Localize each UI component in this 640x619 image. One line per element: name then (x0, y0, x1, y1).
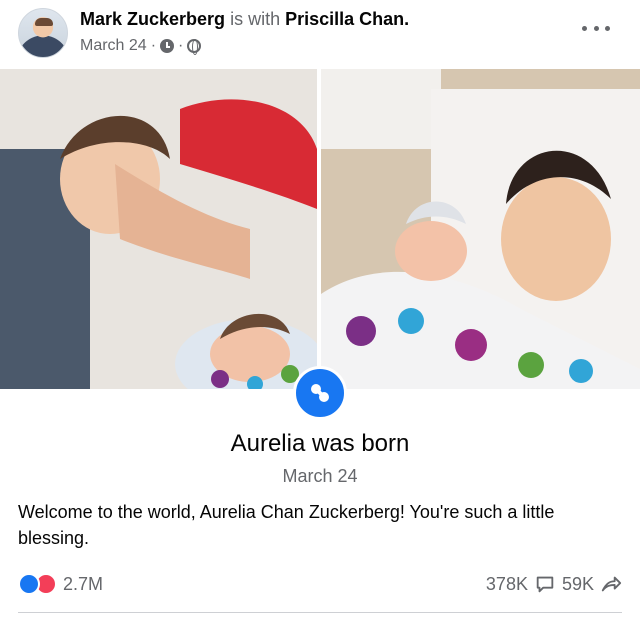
comment-icon (536, 576, 554, 593)
author-name[interactable]: Mark Zuckerberg (80, 9, 225, 29)
avatar[interactable] (18, 8, 68, 58)
with-text: is with (230, 9, 281, 29)
share-count[interactable]: 59K (562, 574, 594, 595)
post-divider (18, 612, 622, 613)
comment-share-summary: 378K 59K (486, 573, 622, 595)
post-date[interactable]: March 24 (80, 37, 147, 55)
photo-collage (0, 69, 640, 389)
comment-count[interactable]: 378K (486, 574, 528, 595)
like-icon (18, 573, 40, 595)
pacifier-glyph (311, 384, 329, 402)
post-author-line: Mark Zuckerberg is with Priscilla Chan. (80, 9, 409, 30)
share-icon (601, 576, 622, 592)
post-header: Mark Zuckerberg is with Priscilla Chan. … (0, 0, 640, 68)
photo-right[interactable] (321, 69, 640, 389)
reactions-summary[interactable]: 2.7M (18, 573, 103, 595)
post-meta: March 24 · · (80, 37, 202, 55)
life-event-title: Aurelia was born (230, 430, 410, 457)
pacifier-icon (293, 366, 347, 420)
clock-icon (160, 39, 175, 53)
tagged-name[interactable]: Priscilla Chan. (285, 9, 409, 29)
life-event-date: March 24 (282, 466, 358, 486)
engagement-bar: 2.7M 378K 59K (18, 571, 622, 599)
meta-separator: · (150, 37, 157, 54)
meta-separator-2: · (178, 37, 184, 54)
post-caption: Welcome to the world, Aurelia Chan Zucke… (18, 502, 555, 548)
reaction-count[interactable]: 2.7M (63, 574, 103, 595)
globe-icon[interactable] (187, 39, 202, 55)
father-and-baby-photo (0, 69, 317, 389)
photo-left[interactable] (0, 69, 317, 389)
more-icon[interactable] (582, 18, 610, 38)
mother-and-baby-photo (321, 69, 640, 389)
